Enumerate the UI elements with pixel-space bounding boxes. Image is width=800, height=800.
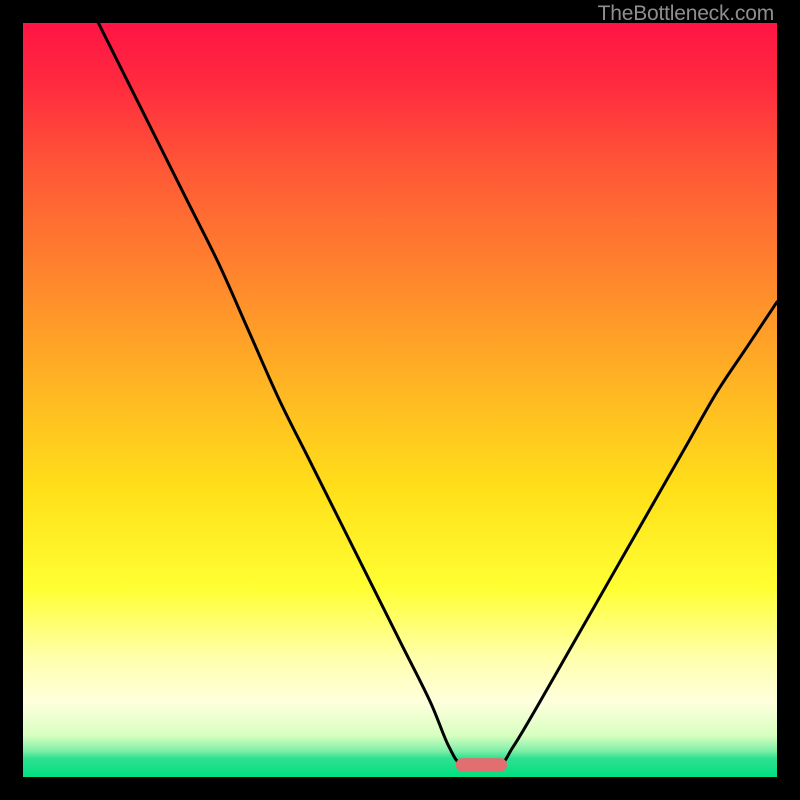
plot-area (23, 23, 777, 777)
chart-frame: TheBottleneck.com (0, 0, 800, 800)
gradient-background (23, 23, 777, 777)
chart-svg (23, 23, 777, 777)
optimal-marker (456, 758, 507, 772)
